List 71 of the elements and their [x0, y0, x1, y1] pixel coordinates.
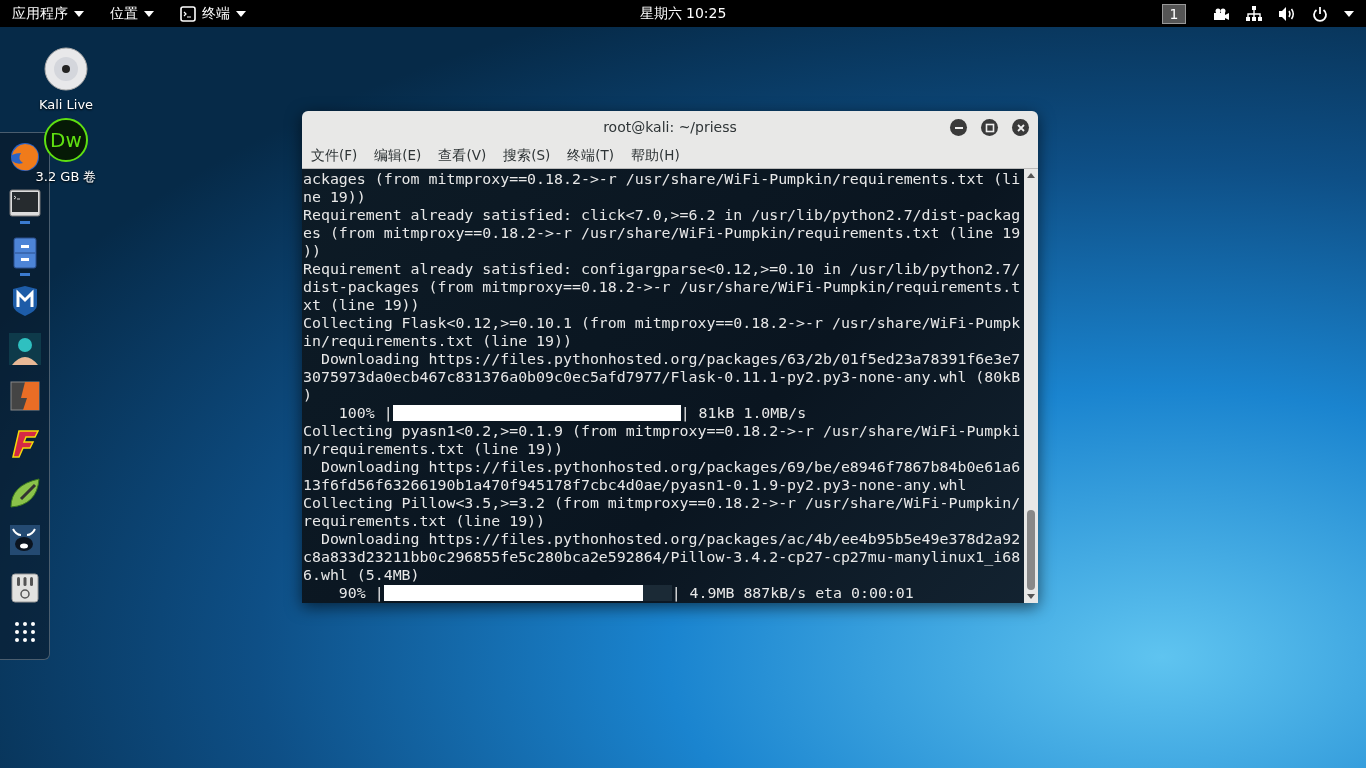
progress-percent: 100% | [337, 404, 393, 422]
caret-icon [236, 10, 246, 17]
fox-globe-icon[interactable] [8, 141, 41, 173]
terminal-line: Collecting pyasn1<0.2,>=0.1.9 (from mitmproxy==0.18.2->-r /usr/share/WiFi-Pumpki [303, 422, 1021, 440]
terminal-line: Collecting Flask<0.12,>=0.10.1 (from mitmproxy==0.18.2->-r /usr/share/WiFi-Pumpk [303, 314, 1021, 332]
terminal-line: xt (line 19)) [303, 296, 420, 314]
app-grid-icon[interactable] [13, 621, 36, 643]
scroll-down-icon[interactable] [1027, 594, 1035, 599]
progress-stats: | 4.9MB 887kB/s eta 0:00:01 [671, 584, 914, 602]
workspace-indicator[interactable]: 1 [1162, 3, 1186, 24]
clock[interactable]: 星期六 10:25 [639, 4, 727, 23]
app-logo[interactable]: Dw [44, 118, 88, 162]
terminal-icon[interactable] [8, 189, 41, 217]
minimize-button[interactable] [950, 119, 967, 136]
mixer-icon[interactable] [10, 573, 39, 603]
leaf-pencil-icon[interactable] [8, 477, 41, 509]
close-icon [1015, 122, 1026, 133]
top-menu[interactable]: 终端 [180, 4, 246, 23]
terminal-icon [180, 5, 196, 22]
terminal-line: Downloading https://files.pythonhosted.org/packages/ac/4b/ee4b95b5e49e378d2a92 [319, 530, 1021, 548]
menu-item[interactable]: 搜索(S) [503, 146, 551, 165]
volume-icon[interactable] [1278, 5, 1296, 22]
terminal-line: c8a833d23211bb0c296855fe5c280bca2e592864/Pillow-3.4.2-cp27-cp27mu-manylinux1_i68 [303, 548, 1021, 566]
terminal-line: Requirement already satisfied: click<7.0,>=6.2 in /usr/lib/python2.7/dist-packag [303, 206, 1021, 224]
menu-item[interactable]: 编辑(E) [374, 146, 422, 165]
caret-icon [144, 10, 154, 17]
avatar-silhouette-icon[interactable] [8, 333, 41, 365]
terminal-line: ) [303, 386, 312, 404]
terminal-line: Collecting Pillow<3.5,>=3.2 (from mitmproxy==0.18.2->-r /usr/share/WiFi-Pumpkin/ [303, 494, 1021, 512]
terminal-line: )) [303, 242, 321, 260]
top-menu[interactable]: 应用程序 [12, 4, 84, 23]
bull-head-icon[interactable] [9, 525, 40, 555]
terminal-line: 6.whl (5.4MB) [303, 566, 420, 584]
maximize-button[interactable] [981, 119, 998, 136]
terminal-line: requirements.txt (line 19)) [303, 512, 546, 530]
terminal-line: es (from mitmproxy==0.18.2->-r /usr/share/WiFi-Pumpkin/requirements.txt (line 19 [303, 224, 1021, 242]
top-menu[interactable]: 位置 [110, 4, 154, 23]
terminal-line: 3075973da0ecb467c831376a0b09c0ec5afd7977/Flask-0.11.1-py2.py3-none-any.whl (80kB [303, 368, 1021, 386]
caret-icon [74, 10, 84, 17]
menu-item[interactable]: 文件(F) [311, 146, 358, 165]
scrollbar[interactable] [1024, 169, 1038, 603]
terminal-line: Requirement already satisfied: configargparse<0.12,>=0.10 in /usr/lib/python2.7/ [303, 260, 1021, 278]
letter-f-icon[interactable] [10, 429, 39, 459]
scroll-up-icon[interactable] [1027, 173, 1035, 178]
caret-icon[interactable] [1344, 10, 1354, 17]
maximize-icon [984, 122, 995, 133]
desktop-icon-label[interactable]: Kali Live [38, 97, 94, 112]
shield-m-icon[interactable] [11, 285, 38, 317]
menu-item[interactable]: 终端(T) [567, 146, 615, 165]
progress-stats: | 81kB 1.0MB/s [680, 404, 807, 422]
terminal-line: n/requirements.txt (line 19)) [303, 440, 563, 458]
camera-icon[interactable] [1212, 7, 1230, 20]
menu-item[interactable]: 查看(V) [438, 146, 487, 165]
scrollbar-thumb[interactable] [1027, 510, 1035, 590]
progress-percent: 90% | [337, 584, 384, 602]
terminal-line: dist-packages (from mitmproxy==0.18.2->-r /usr/share/WiFi-Pumpkin/requirements.t [303, 278, 1021, 296]
network-icon[interactable] [1246, 5, 1262, 22]
terminal-line: in/requirements.txt (line 19)) [303, 332, 572, 350]
terminal-line: Downloading https://files.pythonhosted.org/packages/63/2b/01f5ed23a78391f6e3e7 [319, 350, 1021, 368]
file-cabinet-icon[interactable] [12, 237, 37, 269]
terminal-line: Downloading https://files.pythonhosted.org/packages/69/be/e8946f7867b84b0e61a6 [319, 458, 1021, 476]
terminal-line: ne 19)) [303, 188, 366, 206]
disc-icon[interactable] [44, 47, 88, 91]
terminal-line: 13f6fd56f63266190b1a470f945178f7cbc4d0ae/pyasn1-0.1.9-py2.py3-none-any.whl [303, 476, 967, 494]
menu-item[interactable]: 帮助(H) [631, 146, 680, 165]
terminal-line: ackages (from mitmproxy==0.18.2->-r /usr/share/WiFi-Pumpkin/requirements.txt (li [303, 170, 1021, 188]
desktop-icon-label[interactable]: 3.2 GB 卷 [35, 168, 97, 186]
bolt-tile-icon[interactable] [9, 381, 40, 411]
window-title: root@kali: ~/priess [603, 119, 737, 135]
close-button[interactable] [1012, 119, 1029, 136]
power-icon[interactable] [1312, 5, 1328, 22]
